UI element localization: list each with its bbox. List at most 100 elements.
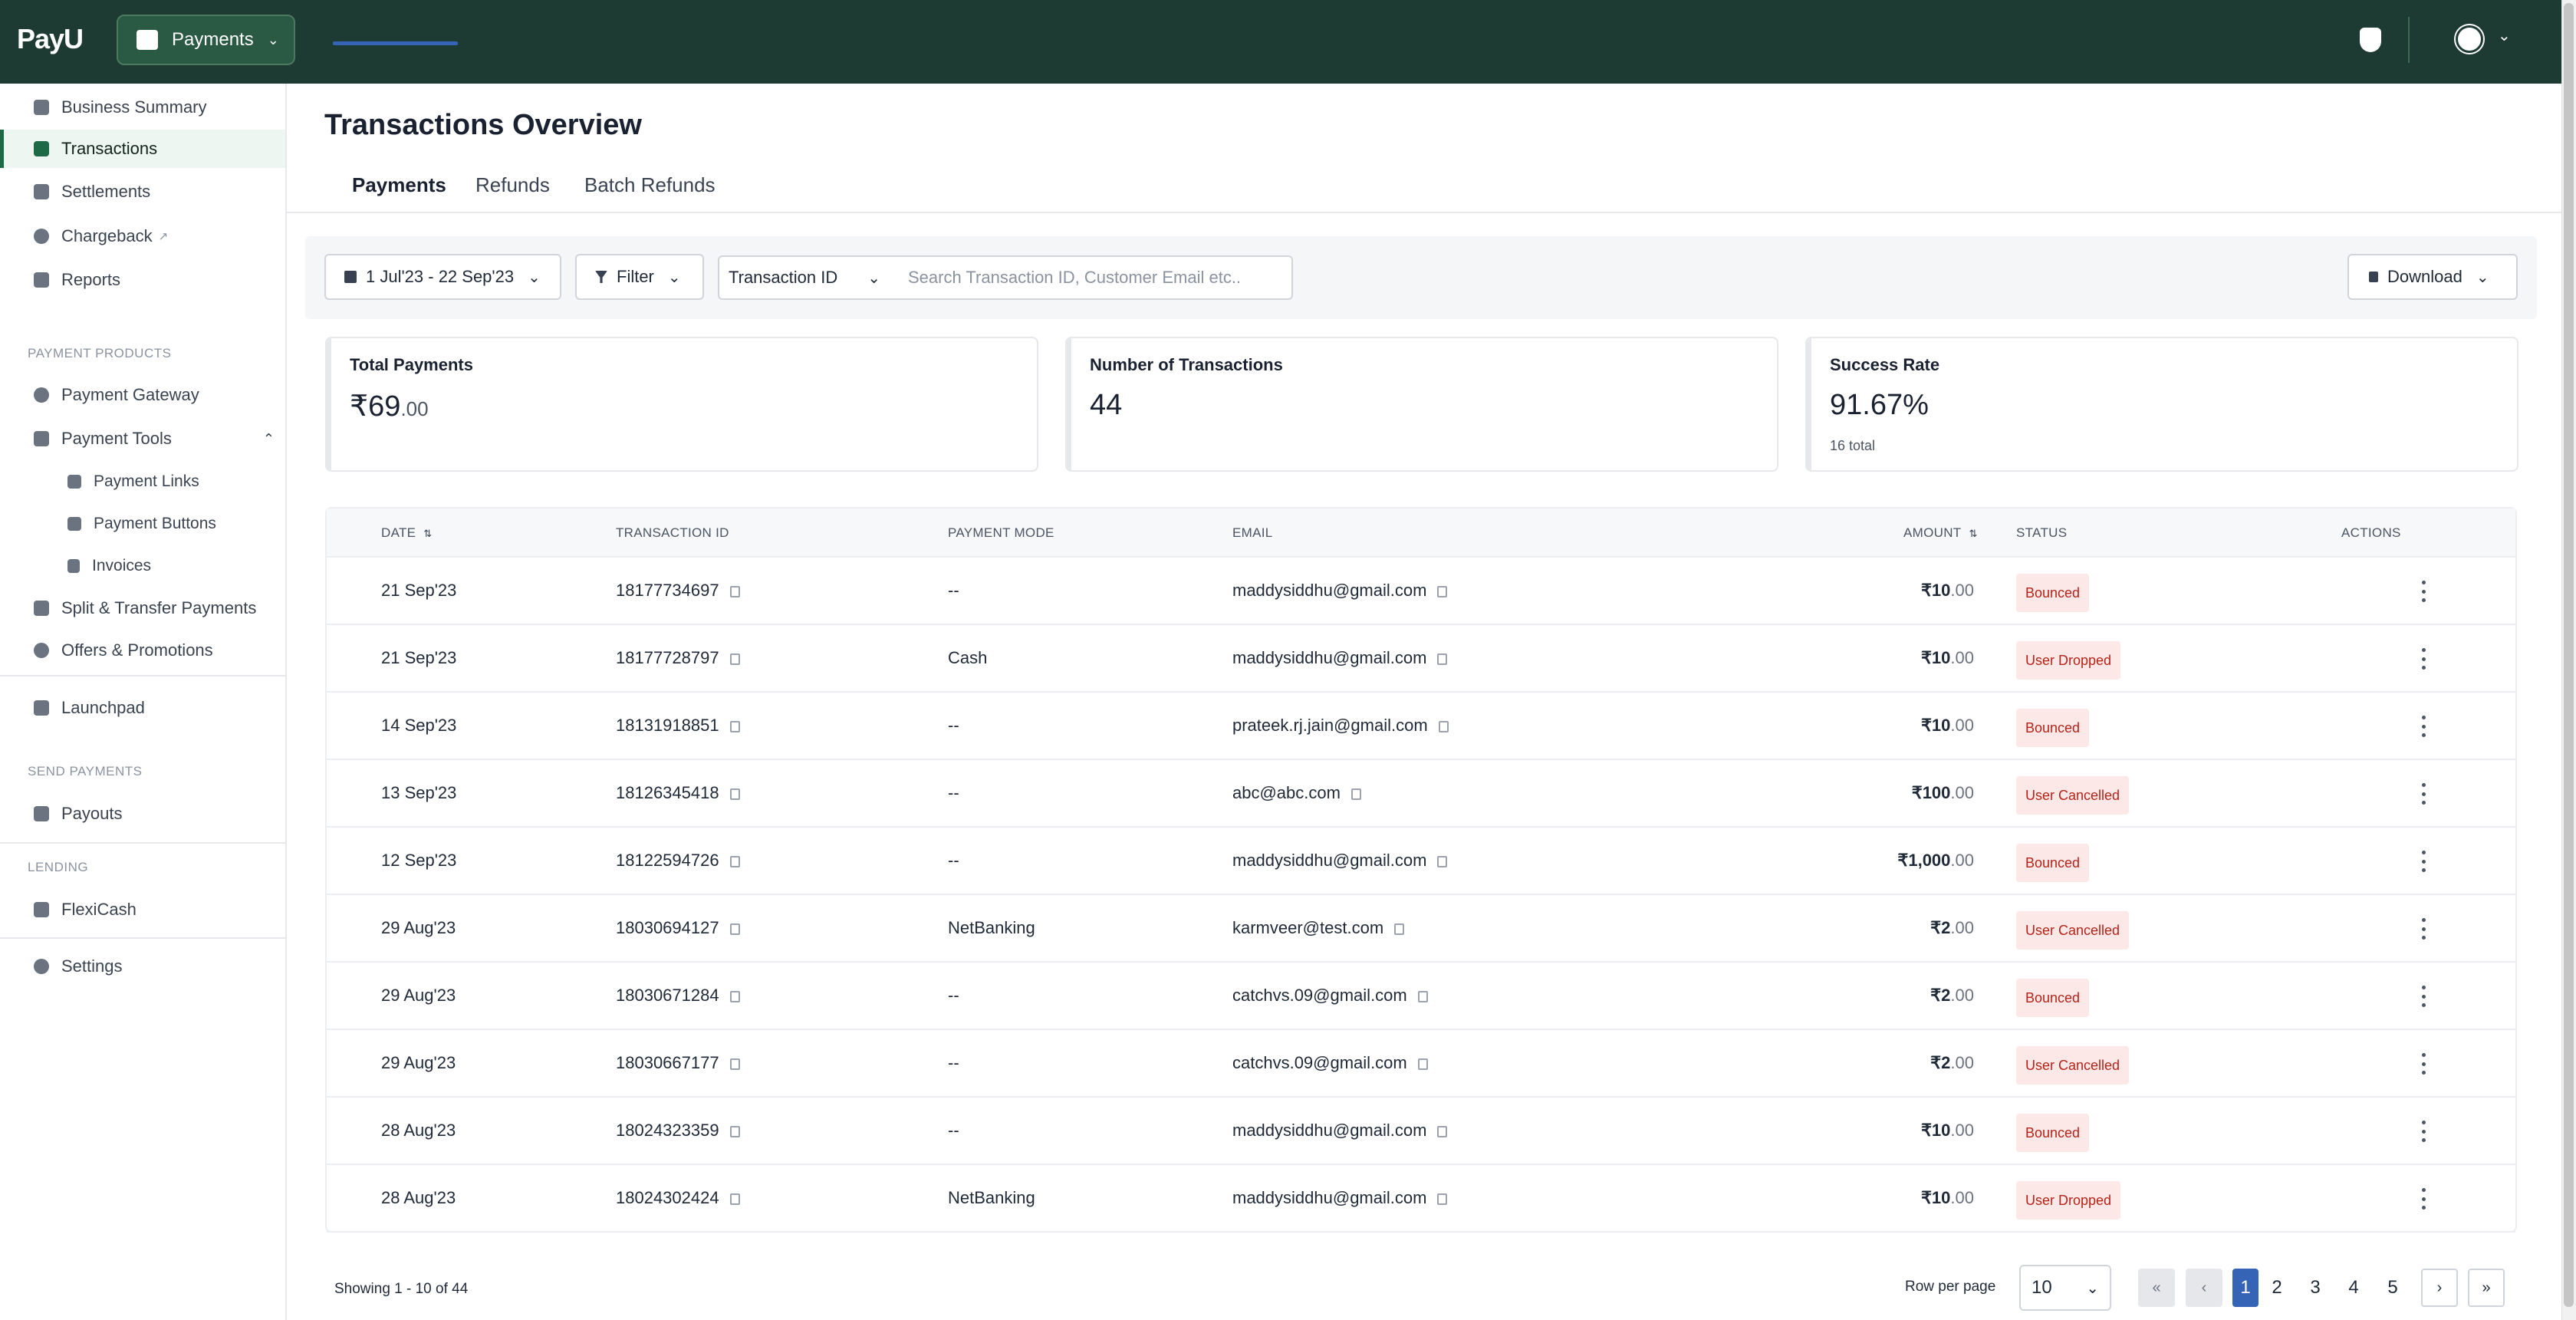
table-row[interactable]: 13 Sep'23 18126345418 -- abc@abc.com ₹100.00… [327, 760, 2515, 828]
column-header-date[interactable]: DATE ⇅ [381, 525, 432, 541]
column-header-amount[interactable]: AMOUNT ⇅ [1903, 525, 1978, 541]
sidebar-item-transactions[interactable]: Transactions [0, 130, 285, 168]
sidebar-item-payouts[interactable]: Payouts [0, 795, 285, 833]
cell-email: karmveer@test.com [1232, 918, 1405, 938]
sidebar-item-chargeback[interactable]: Chargeback ↗ [0, 217, 285, 255]
email-text: maddysiddhu@gmail.com [1232, 581, 1427, 600]
copy-icon[interactable] [729, 1058, 740, 1070]
copy-icon[interactable] [1437, 1193, 1448, 1205]
table-row[interactable]: 21 Sep'23 18177728797 Cash maddysiddhu@gmai… [327, 625, 2515, 693]
copy-icon[interactable] [729, 923, 740, 935]
avatar[interactable] [2456, 25, 2483, 53]
sidebar-item-payment-tools[interactable]: Payment Tools ⌃ [0, 420, 285, 458]
search-input[interactable] [891, 255, 1293, 300]
cell-transaction-id: 18122594726 [616, 851, 740, 871]
page-1-button[interactable]: 1 [2232, 1269, 2259, 1307]
copy-icon[interactable] [729, 990, 740, 1002]
sidebar-item-reports[interactable]: Reports [0, 261, 285, 299]
sidebar-item-launchpad[interactable]: Launchpad [0, 689, 285, 727]
filter-icon [595, 271, 607, 283]
sidebar-item-offers[interactable]: Offers & Promotions [0, 631, 285, 670]
sidebar-item-payment-links[interactable]: Payment Links [0, 462, 285, 501]
payu-logo[interactable]: PayU [17, 23, 84, 55]
sidebar-item-invoices[interactable]: Invoices [0, 547, 285, 585]
copy-icon[interactable] [729, 1125, 740, 1137]
sidebar-item-split-transfer[interactable]: Split & Transfer Payments [0, 589, 285, 627]
sidebar-item-flexicash[interactable]: FlexiCash [0, 890, 285, 929]
page-5-button[interactable]: 5 [2374, 1269, 2411, 1307]
page-4-button[interactable]: 4 [2335, 1269, 2372, 1307]
table-row[interactable]: 12 Sep'23 18122594726 -- maddysiddhu@gmail.… [327, 828, 2515, 895]
next-page-button[interactable]: › [2421, 1269, 2458, 1307]
last-page-button[interactable]: » [2468, 1269, 2505, 1307]
filter-button[interactable]: Filter ⌄ [575, 254, 704, 300]
product-switcher[interactable]: Payments ⌄ [117, 15, 295, 65]
rows-per-page-select[interactable]: 10 ⌄ [2019, 1265, 2111, 1311]
sidebar-item-label: Transactions [61, 139, 158, 158]
search-type-select[interactable]: Transaction ID ⌄ [718, 255, 893, 300]
copy-icon[interactable] [1394, 923, 1405, 935]
sidebar-item-settings[interactable]: Settings [0, 947, 285, 986]
prev-page-button[interactable]: ‹ [2186, 1269, 2222, 1307]
copy-icon[interactable] [729, 653, 740, 665]
copy-icon[interactable] [729, 720, 740, 732]
sidebar-item-payment-gateway[interactable]: Payment Gateway [0, 376, 285, 414]
more-actions-icon[interactable] [2416, 576, 2430, 607]
card-value: 44 [1090, 389, 1123, 421]
tab-payments[interactable]: Payments [352, 173, 446, 197]
shield-icon[interactable] [2360, 28, 2381, 52]
sort-icon: ⇅ [1969, 528, 1978, 539]
download-button[interactable]: Download ⌄ [2347, 254, 2518, 300]
copy-icon[interactable] [1351, 788, 1361, 800]
first-page-button[interactable]: « [2138, 1269, 2175, 1307]
more-actions-icon[interactable] [2416, 1116, 2430, 1147]
amount-value: ₹10 [1920, 648, 1951, 667]
copy-icon[interactable] [729, 855, 740, 867]
more-actions-icon[interactable] [2416, 779, 2430, 809]
copy-icon[interactable] [1437, 653, 1448, 665]
more-actions-icon[interactable] [2416, 711, 2430, 742]
table-row[interactable]: 29 Aug'23 18030694127 NetBanking karmveer@t… [327, 895, 2515, 963]
copy-icon[interactable] [1437, 1125, 1448, 1137]
table-row[interactable]: 29 Aug'23 18030667177 -- catchvs.09@gmail.c… [327, 1030, 2515, 1098]
scrollbar-thumb[interactable] [2564, 3, 2574, 1307]
sidebar-item-business-summary[interactable]: Business Summary [0, 88, 285, 127]
date-range-picker[interactable]: 1 Jul'23 - 22 Sep'23 ⌄ [324, 254, 561, 300]
copy-icon[interactable] [1417, 1058, 1428, 1070]
copy-icon[interactable] [1438, 720, 1449, 732]
table-header: DATE ⇅ TRANSACTION ID PAYMENT MODE EMAIL … [327, 509, 2515, 558]
more-actions-icon[interactable] [2416, 1183, 2430, 1214]
amount-decimal: .00 [1950, 716, 1974, 735]
tab-batch-refunds[interactable]: Batch Refunds [584, 173, 716, 197]
copy-icon[interactable] [729, 1193, 740, 1205]
table-row[interactable]: 21 Sep'23 18177734697 -- maddysiddhu@gmail.… [327, 558, 2515, 625]
more-actions-icon[interactable] [2416, 981, 2430, 1012]
table-row[interactable]: 14 Sep'23 18131918851 -- prateek.rj.jain@gm… [327, 693, 2515, 760]
card-label: Success Rate [1830, 355, 1940, 374]
copy-icon[interactable] [729, 788, 740, 800]
card-label: Total Payments [350, 355, 473, 374]
more-actions-icon[interactable] [2416, 846, 2430, 877]
copy-icon[interactable] [1417, 990, 1428, 1002]
number-of-transactions-card: Number of Transactions 44 [1065, 337, 1778, 472]
cell-date: 12 Sep'23 [381, 851, 457, 870]
payouts-icon [34, 806, 49, 821]
copy-icon[interactable] [729, 585, 740, 597]
more-actions-icon[interactable] [2416, 913, 2430, 944]
sidebar-divider [0, 675, 285, 676]
sidebar-item-payment-buttons[interactable]: Payment Buttons [0, 505, 285, 543]
copy-icon[interactable] [1437, 855, 1448, 867]
more-actions-icon[interactable] [2416, 1048, 2430, 1079]
page-2-button[interactable]: 2 [2259, 1269, 2295, 1307]
tools-icon [34, 431, 49, 446]
table-row[interactable]: 28 Aug'23 18024302424 NetBanking maddysiddh… [327, 1165, 2515, 1233]
table-row[interactable]: 28 Aug'23 18024323359 -- maddysiddhu@gmail.… [327, 1098, 2515, 1165]
sidebar-item-settlements[interactable]: Settlements [0, 173, 285, 211]
tab-refunds[interactable]: Refunds [475, 173, 550, 197]
page-3-button[interactable]: 3 [2297, 1269, 2334, 1307]
copy-icon[interactable] [1437, 585, 1448, 597]
amount-value: ₹2 [1930, 986, 1951, 1005]
chevron-down-icon[interactable]: ⌄ [2498, 26, 2511, 45]
table-row[interactable]: 29 Aug'23 18030671284 -- catchvs.09@gmail.c… [327, 963, 2515, 1030]
more-actions-icon[interactable] [2416, 644, 2430, 674]
